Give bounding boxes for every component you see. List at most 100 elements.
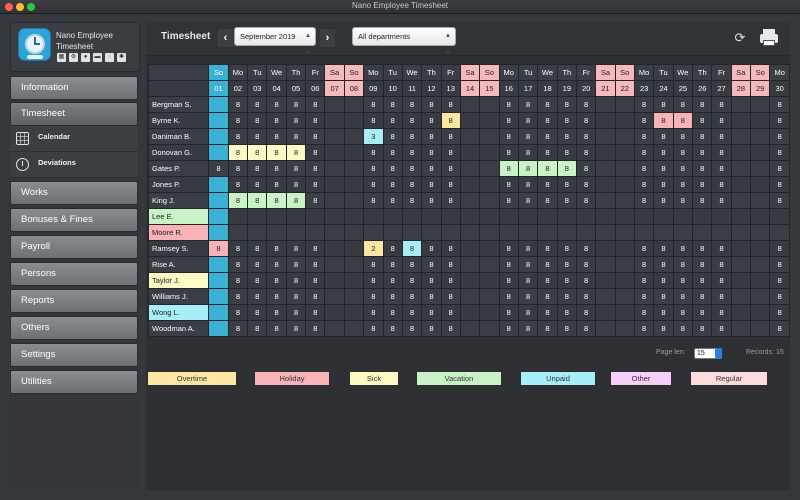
sidebar-item-bonuses-fines[interactable]: Bonuses & Fines (10, 208, 138, 232)
hours-cell[interactable]: 8 (440, 256, 461, 273)
hours-cell[interactable] (614, 128, 635, 145)
hours-cell[interactable]: 8 (363, 272, 384, 289)
day-header-cell[interactable]: 08 (343, 80, 365, 97)
hours-cell[interactable]: 8 (285, 144, 307, 161)
hours-cell[interactable]: 8 (692, 288, 713, 305)
hours-cell[interactable]: 8 (498, 192, 519, 209)
hours-cell[interactable] (343, 208, 365, 225)
hours-cell[interactable] (382, 224, 403, 241)
hours-cell[interactable]: 8 (769, 272, 790, 289)
hours-cell[interactable]: 8 (633, 288, 655, 305)
hours-cell[interactable] (730, 256, 752, 273)
hours-cell[interactable] (730, 304, 752, 321)
hours-cell[interactable]: 8 (498, 320, 519, 337)
day-header-cell[interactable]: 18 (537, 80, 558, 97)
hours-cell[interactable]: 8 (266, 288, 287, 305)
hours-cell[interactable] (730, 96, 752, 113)
hours-cell[interactable] (595, 176, 616, 193)
hours-cell[interactable]: 8 (305, 272, 326, 289)
hours-cell[interactable] (595, 304, 616, 321)
hours-cell[interactable]: 8 (266, 160, 287, 177)
hours-cell[interactable]: 8 (711, 112, 732, 129)
hours-cell[interactable]: 8 (305, 144, 326, 161)
hours-cell[interactable] (324, 192, 345, 209)
hours-cell[interactable]: 8 (653, 240, 674, 257)
page-len-stepper[interactable]: 15 (694, 348, 722, 359)
hours-cell[interactable] (247, 224, 268, 241)
hours-cell[interactable]: 8 (421, 272, 442, 289)
hours-cell[interactable]: 8 (440, 320, 461, 337)
hours-cell[interactable]: 8 (633, 320, 655, 337)
day-header-cell[interactable]: 28 (730, 80, 752, 97)
hours-cell[interactable]: 8 (556, 240, 577, 257)
hours-cell[interactable] (479, 240, 500, 257)
hours-cell[interactable] (479, 224, 500, 241)
hours-cell[interactable]: 8 (247, 256, 268, 273)
hours-cell[interactable]: 8 (266, 256, 287, 273)
hours-cell[interactable] (208, 304, 229, 321)
hours-cell[interactable] (633, 224, 655, 241)
hours-cell[interactable]: 8 (517, 144, 539, 161)
hours-cell[interactable]: 8 (285, 256, 307, 273)
hours-cell[interactable]: 8 (285, 288, 307, 305)
hours-cell[interactable] (692, 224, 713, 241)
hours-cell[interactable]: 8 (517, 288, 539, 305)
hours-cell[interactable]: 8 (692, 176, 713, 193)
hours-cell[interactable]: 8 (401, 192, 423, 209)
hours-cell[interactable] (730, 208, 752, 225)
chat-tool-icon[interactable]: ◌ (105, 53, 114, 62)
hours-cell[interactable] (324, 224, 345, 241)
hours-cell[interactable] (343, 288, 365, 305)
hours-cell[interactable]: 8 (208, 240, 229, 257)
weekday-header-cell[interactable]: Sa (730, 64, 752, 81)
hours-cell[interactable] (614, 240, 635, 257)
hours-cell[interactable]: 8 (227, 192, 249, 209)
weekday-header-cell[interactable]: So (749, 64, 771, 81)
hours-cell[interactable]: 8 (285, 96, 307, 113)
hours-cell[interactable]: 8 (633, 304, 655, 321)
hours-cell[interactable]: 8 (363, 320, 384, 337)
hours-cell[interactable]: 8 (692, 112, 713, 129)
hours-cell[interactable]: 8 (517, 160, 539, 177)
weekday-header-cell[interactable]: Mo (498, 64, 519, 81)
hours-cell[interactable] (556, 208, 577, 225)
hours-cell[interactable]: 8 (382, 240, 403, 257)
weekday-header-cell[interactable]: Tu (653, 64, 674, 81)
hours-cell[interactable] (749, 144, 771, 161)
hours-cell[interactable] (749, 128, 771, 145)
weekday-header-cell[interactable]: Fr (305, 64, 326, 81)
hours-cell[interactable]: 8 (711, 128, 732, 145)
weekday-header-cell[interactable]: So (479, 64, 500, 81)
hours-cell[interactable]: 8 (575, 96, 597, 113)
hours-cell[interactable]: 8 (440, 112, 461, 129)
sidebar-subitem-calendar[interactable]: Calendar (10, 126, 138, 152)
hours-cell[interactable]: 8 (247, 160, 268, 177)
hours-cell[interactable] (285, 224, 307, 241)
hours-cell[interactable]: 8 (382, 272, 403, 289)
hours-cell[interactable]: 8 (382, 256, 403, 273)
hours-cell[interactable]: 8 (517, 304, 539, 321)
hours-cell[interactable]: 8 (227, 96, 249, 113)
hours-cell[interactable] (614, 256, 635, 273)
sidebar-item-utilities[interactable]: Utilities (10, 370, 138, 394)
hours-cell[interactable]: 8 (382, 96, 403, 113)
hours-cell[interactable]: 8 (537, 176, 558, 193)
hours-cell[interactable]: 8 (692, 240, 713, 257)
hours-cell[interactable] (305, 224, 326, 241)
hours-cell[interactable]: 8 (556, 176, 577, 193)
hours-cell[interactable]: 8 (363, 160, 384, 177)
weekday-header-cell[interactable]: Fr (711, 64, 732, 81)
hours-cell[interactable]: 8 (575, 240, 597, 257)
hours-cell[interactable]: 8 (692, 304, 713, 321)
hours-cell[interactable] (498, 224, 519, 241)
hours-cell[interactable] (440, 208, 461, 225)
hours-cell[interactable] (324, 208, 345, 225)
hours-cell[interactable]: 8 (247, 176, 268, 193)
hours-cell[interactable] (614, 320, 635, 337)
hours-cell[interactable] (324, 176, 345, 193)
hours-cell[interactable] (730, 192, 752, 209)
hours-cell[interactable]: 8 (363, 192, 384, 209)
hours-cell[interactable]: 8 (227, 256, 249, 273)
hours-cell[interactable] (749, 272, 771, 289)
hours-cell[interactable]: 8 (227, 112, 249, 129)
